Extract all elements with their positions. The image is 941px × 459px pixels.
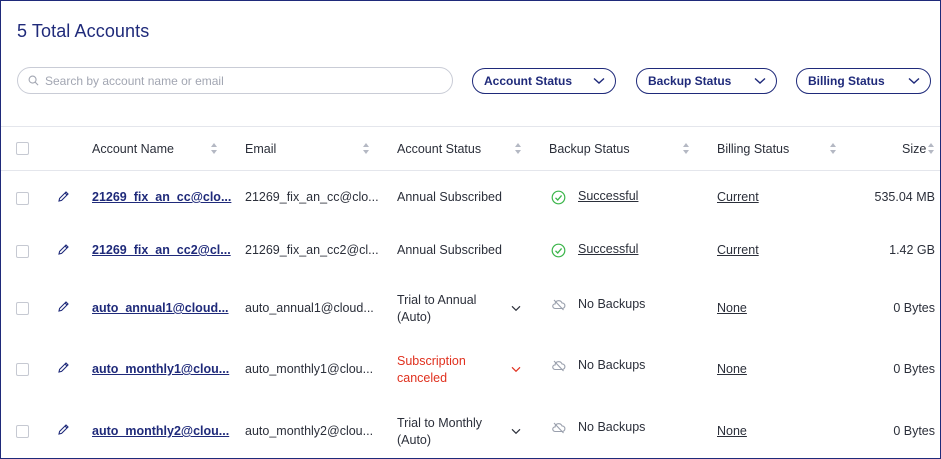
column-header-account-status[interactable]: Account Status	[397, 142, 481, 156]
row-checkbox[interactable]	[16, 192, 29, 205]
billing-status-link[interactable]: None	[717, 362, 747, 376]
pencil-icon[interactable]	[57, 361, 70, 374]
pencil-icon[interactable]	[57, 190, 70, 203]
billing-status-link[interactable]: None	[717, 424, 747, 438]
pencil-icon[interactable]	[57, 300, 70, 313]
account-status-line: Trial to Monthly	[397, 416, 482, 430]
chevron-down-icon	[593, 77, 605, 84]
page-title: 5 Total Accounts	[17, 21, 150, 41]
account-status-line: Subscription	[397, 354, 466, 368]
account-status-cell: Annual Subscribed	[397, 243, 502, 257]
filter-label: Account Status	[484, 74, 573, 88]
account-status-line: canceled	[397, 371, 448, 385]
table-row: 21269_fix_an_cc@clo... 21269_fix_an_cc@c…	[0, 171, 941, 224]
sort-icon[interactable]	[927, 142, 935, 155]
chevron-down-icon[interactable]	[511, 305, 521, 312]
backup-status-text: No Backups	[578, 420, 646, 434]
pencil-icon[interactable]	[57, 243, 70, 256]
cloud-icon	[552, 299, 566, 311]
column-header-size[interactable]: Size	[902, 142, 926, 156]
backup-status-text: No Backups	[578, 358, 646, 372]
select-all-checkbox[interactable]	[16, 142, 29, 155]
account-name-link[interactable]: auto_monthly2@clou...	[92, 424, 229, 438]
account-status-filter[interactable]: Account Status	[472, 68, 616, 94]
chevron-down-icon	[908, 77, 920, 84]
billing-status-link[interactable]: None	[717, 301, 747, 315]
email-cell: auto_annual1@cloud...	[245, 301, 374, 315]
sort-icon[interactable]	[682, 142, 690, 155]
backup-status-text: No Backups	[578, 297, 646, 311]
pencil-icon[interactable]	[57, 423, 70, 436]
filter-label: Backup Status	[648, 74, 732, 88]
chevron-down-icon[interactable]	[511, 428, 521, 435]
email-cell: auto_monthly1@clou...	[245, 362, 374, 376]
row-checkbox[interactable]	[16, 425, 29, 438]
sort-icon[interactable]	[514, 142, 522, 155]
email-cell: 21269_fix_an_cc@clo...	[245, 190, 379, 204]
backup-status-filter[interactable]: Backup Status	[636, 68, 777, 94]
account-status-cell: Annual Subscribed	[397, 190, 502, 204]
account-name-link[interactable]: auto_monthly1@clou...	[92, 362, 229, 376]
search-icon	[28, 75, 39, 86]
account-status-cell: Trial to Monthly (Auto)	[397, 415, 482, 449]
sort-icon[interactable]	[362, 142, 370, 155]
cloud-icon	[552, 422, 566, 434]
table-row: auto_monthly1@clou... auto_monthly1@clou…	[0, 339, 941, 400]
size-cell: 0 Bytes	[893, 301, 935, 315]
row-checkbox[interactable]	[16, 363, 29, 376]
account-status-line: (Auto)	[397, 310, 432, 324]
column-header-backup-status[interactable]: Backup Status	[549, 142, 630, 156]
account-status-cell: Subscription canceled	[397, 353, 466, 387]
row-checkbox[interactable]	[16, 302, 29, 315]
size-cell: 0 Bytes	[893, 362, 935, 376]
account-status-line: (Auto)	[397, 433, 432, 447]
backup-status-link[interactable]: Successful	[578, 242, 638, 256]
chevron-down-icon[interactable]	[511, 366, 521, 373]
row-checkbox[interactable]	[16, 245, 29, 258]
column-header-email[interactable]: Email	[245, 142, 276, 156]
divider	[1, 126, 940, 127]
email-cell: 21269_fix_an_cc2@cl...	[245, 243, 379, 257]
email-cell: auto_monthly2@clou...	[245, 424, 374, 438]
backup-status-link[interactable]: Successful	[578, 189, 638, 203]
billing-status-link[interactable]: Current	[717, 243, 759, 257]
account-name-link[interactable]: 21269_fix_an_cc@clo...	[92, 190, 231, 204]
size-cell: 535.04 MB	[874, 190, 935, 204]
column-header-billing-status[interactable]: Billing Status	[717, 142, 789, 156]
account-status-line: Trial to Annual	[397, 293, 477, 307]
chevron-down-icon	[754, 77, 766, 84]
check-circle-icon	[551, 243, 566, 258]
billing-status-link[interactable]: Current	[717, 190, 759, 204]
cloud-icon	[552, 360, 566, 372]
table-row: auto_annual1@cloud... auto_annual1@cloud…	[0, 277, 941, 339]
account-name-link[interactable]: 21269_fix_an_cc2@cl...	[92, 243, 231, 257]
search-input[interactable]	[45, 73, 425, 88]
account-name-link[interactable]: auto_annual1@cloud...	[92, 301, 229, 315]
size-cell: 1.42 GB	[889, 243, 935, 257]
account-status-cell: Trial to Annual (Auto)	[397, 292, 476, 326]
sort-icon[interactable]	[210, 142, 218, 155]
filter-label: Billing Status	[808, 74, 885, 88]
size-cell: 0 Bytes	[893, 424, 935, 438]
column-header-account-name[interactable]: Account Name	[92, 142, 174, 156]
search-box[interactable]	[17, 67, 453, 94]
billing-status-filter[interactable]: Billing Status	[796, 68, 931, 94]
sort-icon[interactable]	[829, 142, 837, 155]
table-row: 21269_fix_an_cc2@cl... 21269_fix_an_cc2@…	[0, 224, 941, 277]
table-row: auto_monthly2@clou... auto_monthly2@clou…	[0, 400, 941, 459]
check-circle-icon	[551, 190, 566, 205]
